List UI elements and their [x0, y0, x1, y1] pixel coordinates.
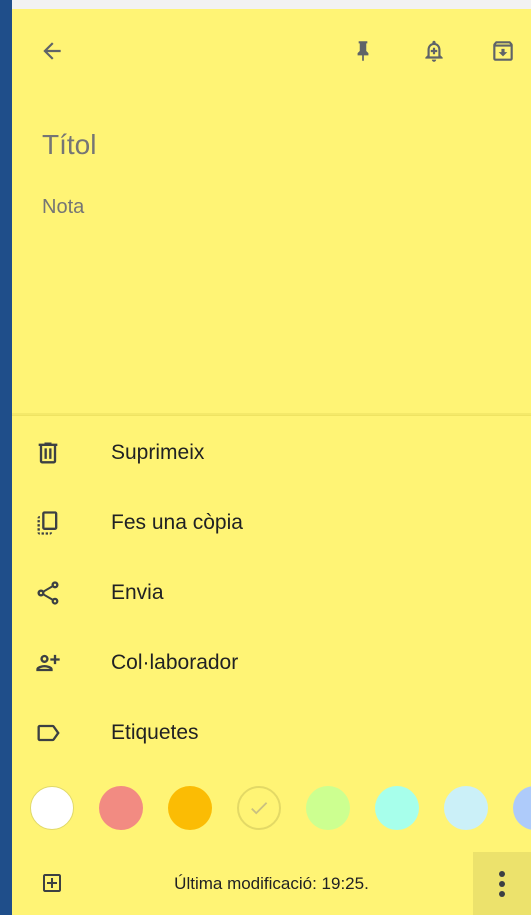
color-swatch-orange[interactable]	[168, 786, 212, 830]
menu-item-label: Envia	[111, 581, 164, 604]
top-toolbar	[12, 9, 531, 99]
menu-item-label: Fes una còpia	[111, 511, 243, 534]
color-swatch-white[interactable]	[30, 786, 74, 830]
copy-icon	[32, 507, 64, 539]
color-swatch-yellow[interactable]	[237, 786, 281, 830]
add-reminder-icon	[425, 40, 443, 62]
share-icon	[32, 577, 64, 609]
menu-item-send[interactable]: Envia	[12, 558, 531, 628]
check-icon	[251, 802, 268, 815]
menu-item-collaborator[interactable]: Col·laborador	[12, 628, 531, 698]
label-icon	[32, 717, 64, 749]
menu-item-labels[interactable]: Etiquetes	[12, 698, 531, 768]
archive-icon	[493, 41, 513, 61]
note-title-input[interactable]	[40, 128, 504, 162]
arrow-back-icon	[43, 42, 61, 60]
menu-divider	[12, 413, 531, 415]
pin-button[interactable]	[341, 29, 385, 73]
color-palette	[12, 780, 531, 836]
back-button[interactable]	[30, 29, 74, 73]
note-editor-screen: Suprimeix Fes una còpia Envia Col·labora…	[0, 0, 531, 915]
last-modified-text: Última modificació: 19:25.	[174, 874, 369, 893]
archive-button[interactable]	[481, 29, 525, 73]
more-vert-icon	[499, 870, 505, 897]
menu-item-delete[interactable]: Suprimeix	[12, 418, 531, 488]
menu-item-label: Suprimeix	[111, 441, 205, 464]
trash-icon	[32, 437, 64, 469]
bottom-bar: Última modificació: 19:25.	[12, 852, 531, 915]
actions-menu: Suprimeix Fes una còpia Envia Col·labora…	[12, 418, 531, 768]
add-person-icon	[32, 647, 64, 679]
color-swatch-green[interactable]	[306, 786, 350, 830]
color-swatch-blue[interactable]	[444, 786, 488, 830]
window-edge	[0, 0, 12, 915]
menu-item-label: Col·laborador	[111, 651, 239, 674]
status-bar	[12, 0, 531, 9]
menu-item-copy[interactable]: Fes una còpia	[12, 488, 531, 558]
add-reminder-button[interactable]	[412, 29, 456, 73]
menu-item-label: Etiquetes	[111, 721, 199, 744]
more-options-button[interactable]	[473, 852, 531, 915]
pin-icon	[357, 41, 369, 61]
color-swatch-teal[interactable]	[375, 786, 419, 830]
note-body-input[interactable]	[40, 195, 504, 220]
color-swatch-dark-blue[interactable]	[513, 786, 531, 830]
color-swatch-red[interactable]	[99, 786, 143, 830]
